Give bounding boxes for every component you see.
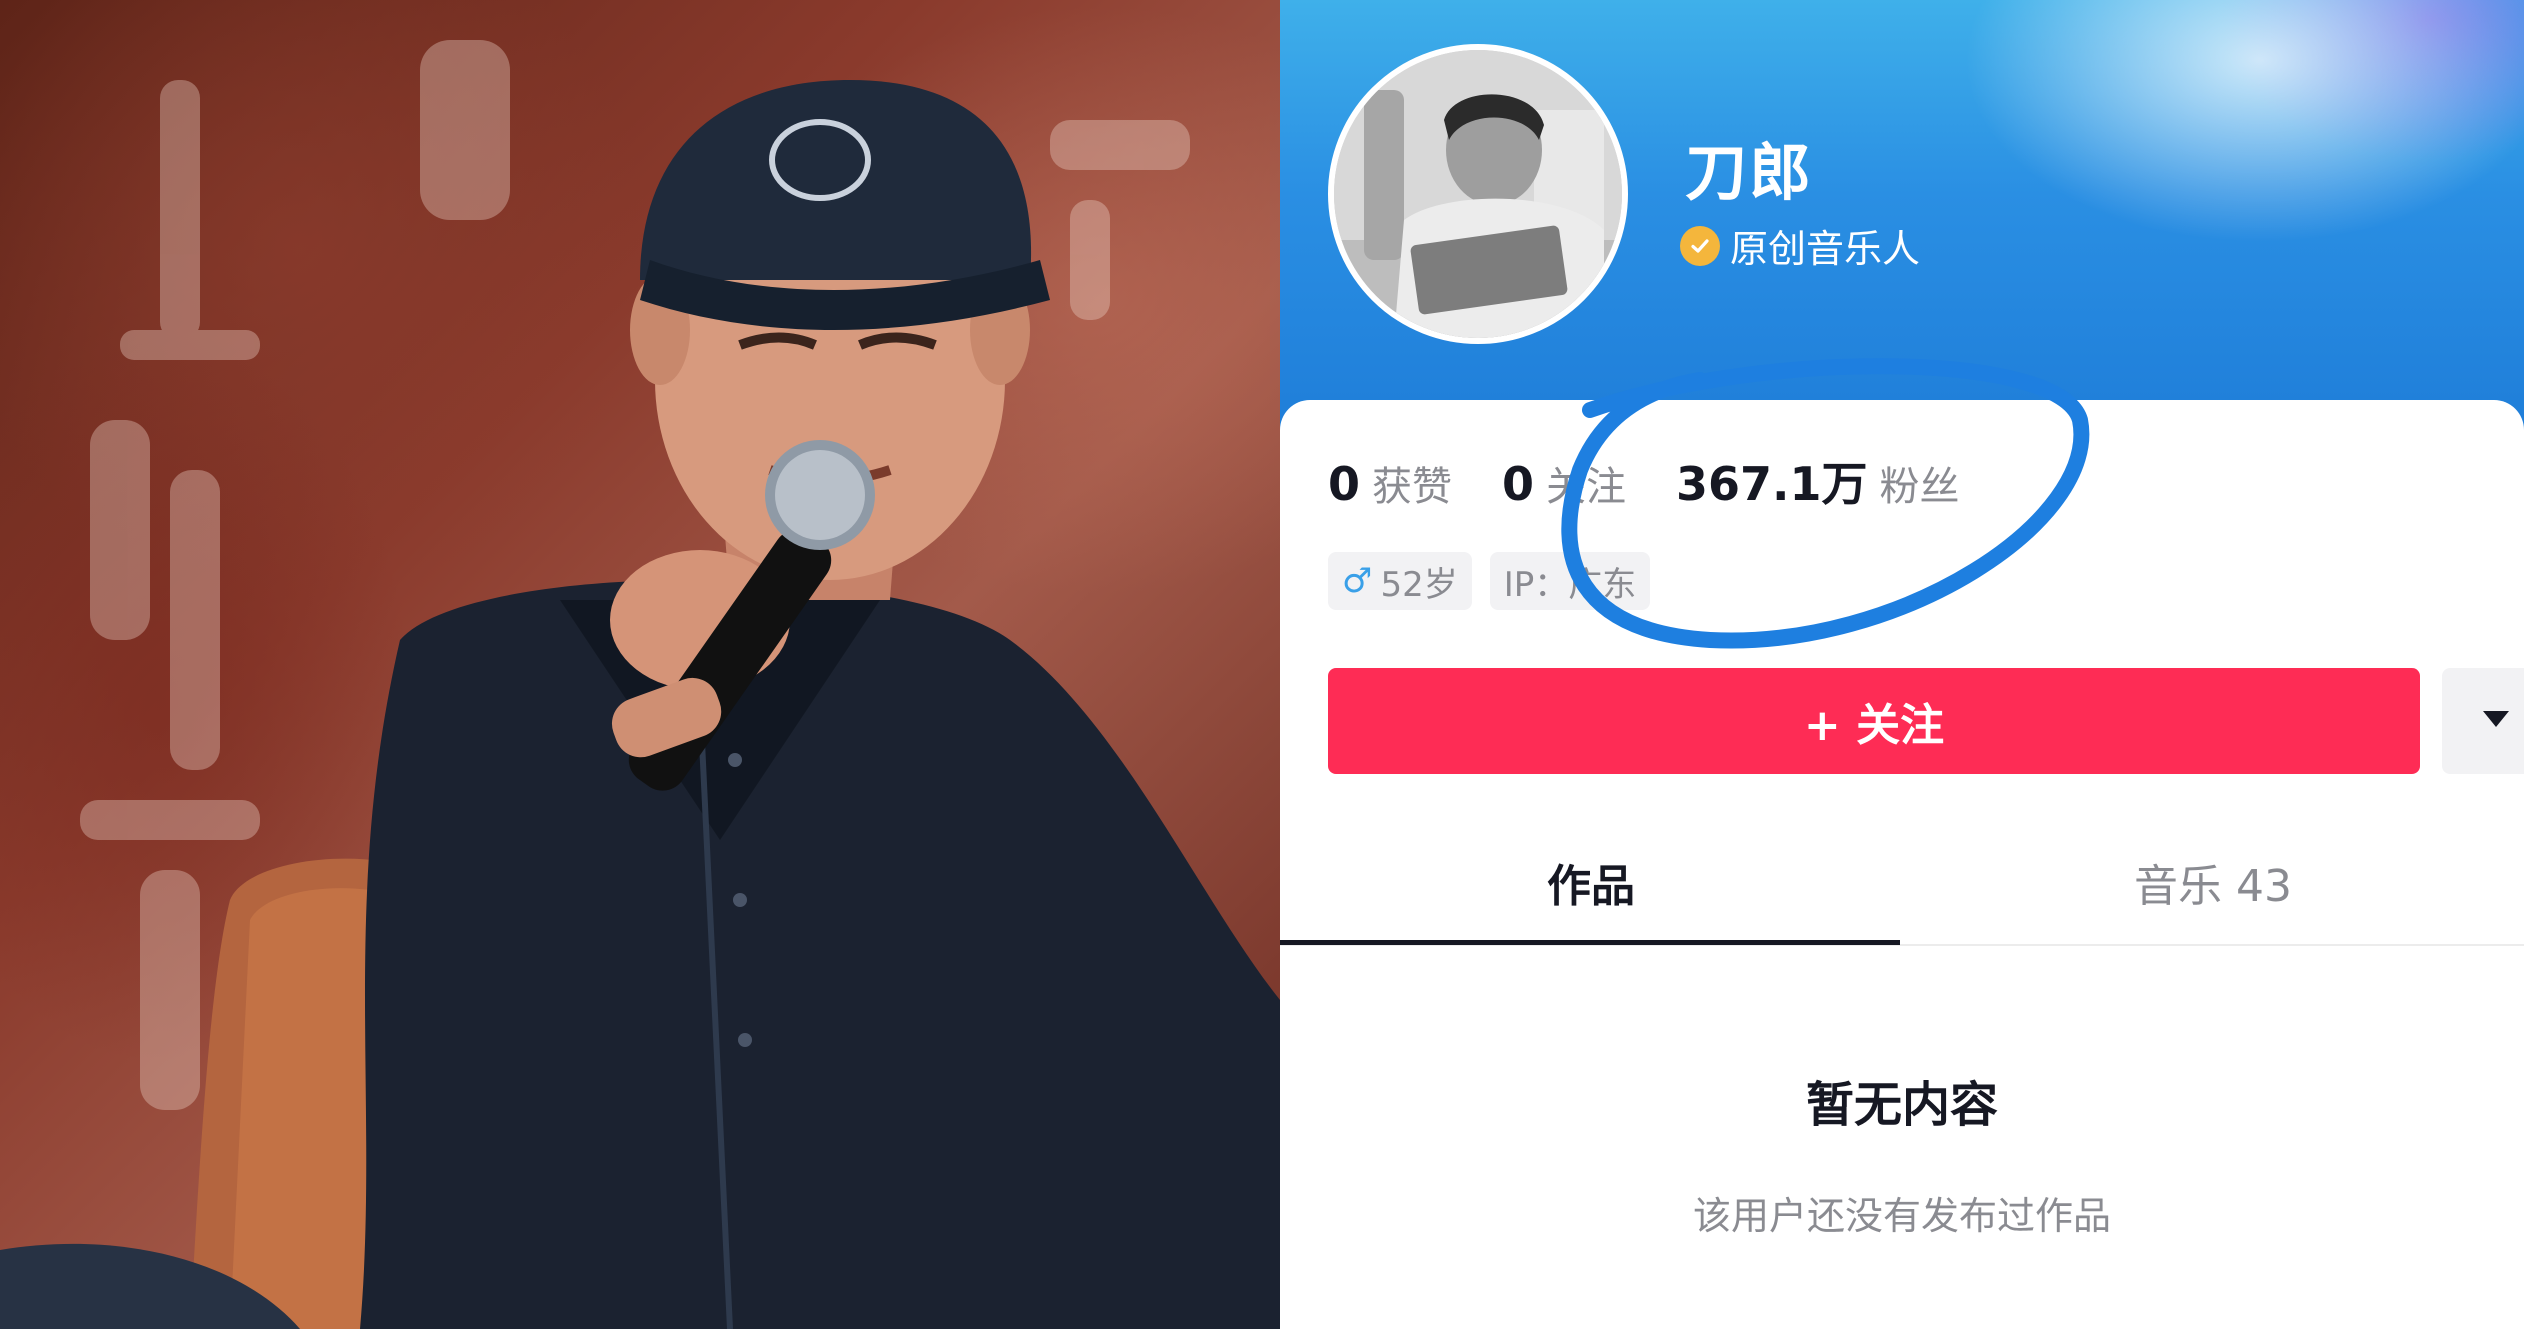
avatar[interactable] (1328, 44, 1628, 344)
check-badge-icon (1680, 225, 1720, 266)
caret-down-icon (2481, 709, 2511, 733)
stat-following-value: 0 (1502, 457, 1535, 511)
age-tag: ♂ 52岁 (1328, 552, 1472, 610)
photo-illustration (0, 40, 1280, 1329)
avatar-image (1334, 50, 1622, 338)
follow-button[interactable]: + 关注 (1328, 668, 2420, 774)
verified-label: 原创音乐人 (1730, 227, 1921, 271)
tab-works[interactable]: 作品 (1280, 850, 1902, 914)
stat-likes-label: 获赞 (1372, 464, 1453, 510)
stat-likes[interactable]: 0 获赞 (1328, 454, 1452, 512)
profile-name: 刀郎 (1685, 136, 1814, 209)
age-label: 52岁 (1380, 564, 1458, 605)
empty-state-title: 暂无内容 (1805, 1077, 1998, 1133)
tab-music[interactable]: 音乐 43 (1902, 850, 2524, 914)
more-options-button[interactable] (2442, 668, 2524, 774)
photo-singer-microphone (0, 0, 1280, 1329)
stat-followers[interactable]: 367.1万 粉丝 (1676, 448, 1960, 514)
empty-state-subtitle: 该用户还没有发布过作品 (1692, 1194, 2111, 1238)
stat-followers-value: 367.1万 (1676, 457, 1868, 511)
stat-following-label: 关注 (1546, 464, 1627, 510)
verified-badge: 原创音乐人 (1680, 218, 1920, 273)
stat-following[interactable]: 0 关注 (1502, 454, 1626, 512)
male-icon: ♂ (1342, 561, 1373, 601)
profile-tags: ♂ 52岁 IP：广东 (1328, 552, 1668, 610)
stat-followers-label: 粉丝 (1879, 464, 1960, 510)
ip-tag: IP：广东 (1489, 552, 1651, 610)
ip-label: IP：广东 (1503, 564, 1637, 605)
stat-likes-value: 0 (1328, 457, 1361, 511)
profile-screen: 刀郎 原创音乐人 0 获赞 0 关注 367.1万 粉丝 ♂ 52岁 IP：广东… (1280, 0, 2524, 1329)
profile-tabs: 作品 音乐 43 (1280, 850, 2524, 940)
profile-stats: 0 获赞 0 关注 367.1万 粉丝 (1328, 448, 2010, 514)
tab-active-indicator (1280, 940, 1900, 945)
